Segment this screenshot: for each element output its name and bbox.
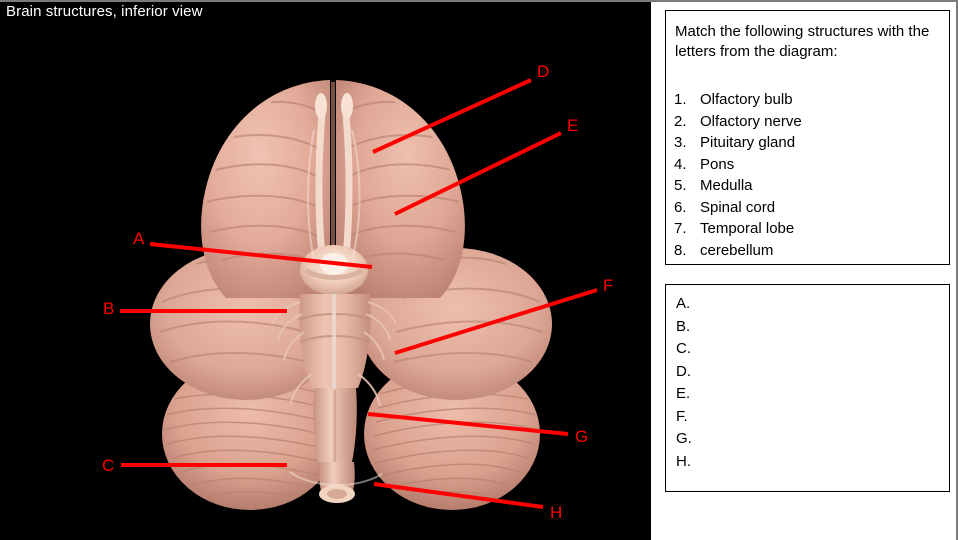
answer-box[interactable]: A. B. C. D. E. F. G. H. [665,284,950,492]
structure-item-number: 1. [674,91,687,108]
figure-label-f: F [603,276,614,295]
figure-label-a: A [133,229,145,248]
answer-row-e[interactable]: E. [676,383,936,406]
answer-row-d[interactable]: D. [676,361,936,384]
structure-list-item: 7. Temporal lobe [674,218,944,240]
answer-row-b[interactable]: B. [676,316,936,339]
structure-item-number: 3. [674,134,687,151]
answer-row-g[interactable]: G. [676,428,936,451]
answer-row-a[interactable]: A. [676,293,936,316]
structure-list-item: 5. Medulla [674,175,944,197]
figure-label-d: D [537,62,550,81]
structure-item-label: Olfactory bulb [700,91,793,108]
structure-item-number: 2. [674,112,687,130]
structure-list-item: 2. Olfactory nerve [674,111,944,133]
structure-list-item: 3. Pituitary gland [674,132,944,154]
structure-list: 1. Olfactory bulb 2. Olfactory nerve 3. Pitui… [674,89,944,261]
structure-item-number: 6. [674,198,687,216]
figure-label-b: B [103,299,115,318]
answer-row-c[interactable]: C. [676,338,936,361]
brain-inferior-view-image [0,2,651,540]
structure-item-number: 7. [674,220,687,237]
answer-row-h[interactable]: H. [676,451,936,474]
structure-item-label: Spinal cord [700,198,776,216]
structure-item-label: Pons [700,155,735,173]
answer-list: A. B. C. D. E. F. G. H. [676,293,936,473]
figure-label-g: G [575,427,589,446]
structure-item-number: 8. [674,241,687,259]
slide-canvas: Brain structures, inferior view A B C D E F G H… [0,0,958,540]
question-box: Match the following structures with the … [665,10,950,265]
structure-list-item: 4. Pons [674,154,944,176]
structure-item-number: 4. [674,155,687,173]
brain-image-panel: Brain structures, inferior view A B C D E F G H [0,2,651,540]
structure-item-label: Olfactory nerve [700,112,802,130]
structure-item-number: 5. [674,177,687,194]
figure-label-c: C [102,456,115,475]
structure-item-label: Medulla [700,177,753,194]
figure-label-h: H [550,503,563,522]
figure-label-e: E [567,116,579,135]
structure-item-label: cerebellum [700,241,774,259]
structure-item-label: Temporal lobe [700,220,795,237]
structure-list-item: 6. Spinal cord [674,197,944,219]
question-prompt: Match the following structures with the … [675,23,930,60]
structure-list-item: 1. Olfactory bulb [674,89,944,111]
structure-item-label: Pituitary gland [700,134,796,151]
slide-title: Brain structures, inferior view [6,3,203,20]
structure-list-item: 8. cerebellum [674,240,944,262]
answer-row-f[interactable]: F. [676,406,936,429]
